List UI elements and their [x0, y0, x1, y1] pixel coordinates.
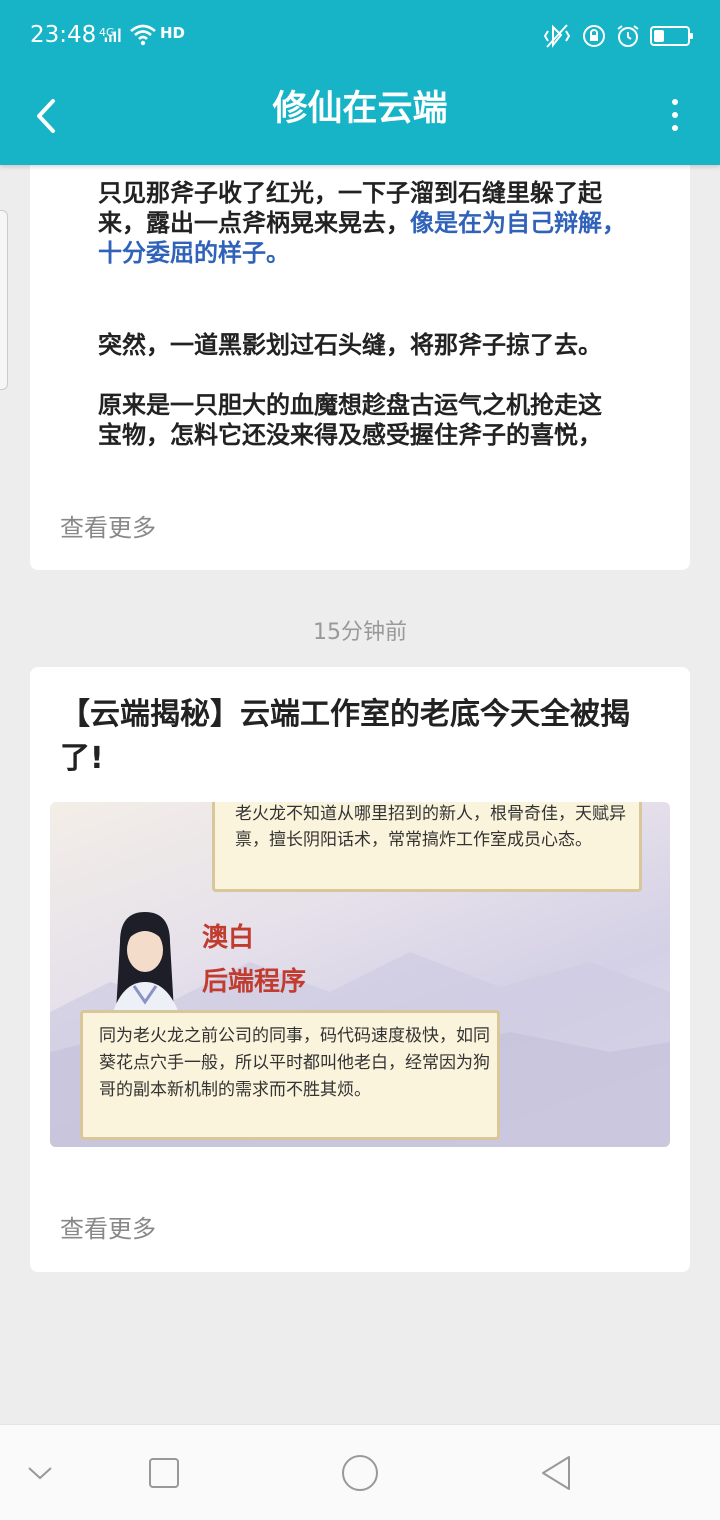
article-paragraph: 原来是一只胆大的血魔想趁盘古运气之机抢走这 宝物，怎料它还没来得及感受握住斧子的… — [98, 390, 658, 450]
article-highlight: 十分委屈的样子。 — [98, 239, 290, 267]
status-time: 23:48 — [30, 22, 97, 48]
vibrate-icon — [543, 24, 571, 48]
profile-scroll: 同为老火龙之前公司的同事，码代码速度极快，如同葵花点穴手一般，所以平时都叫他老白… — [80, 1010, 500, 1140]
app-header: 23:48 4G HD 修仙在云端 — [0, 0, 720, 165]
battery-icon — [650, 26, 693, 46]
side-drawer-handle[interactable] — [0, 210, 8, 390]
page-title: 修仙在云端 — [272, 89, 448, 129]
see-more-link[interactable]: 查看更多 — [60, 508, 156, 543]
article-line: 只见那斧子收了红光，一下子溜到石缝里躲了起 — [98, 179, 602, 207]
wifi-icon — [130, 24, 156, 46]
profile-scroll: 老火龙不知道从哪里招到的新人，根骨奇佳，天赋异禀，擅长阴阳话术，常常搞炸工作室成… — [212, 802, 642, 892]
article-card[interactable]: 【云端揭秘】云端工作室的老底今天全被揭了! 老火龙不知道从哪里招到的新人，根骨奇… — [30, 667, 690, 1272]
article-paragraph: 只见那斧子收了红光，一下子溜到石缝里躲了起 来，露出一点斧柄晃来晃去，像是在为自… — [98, 178, 658, 268]
circle-icon — [342, 1455, 378, 1491]
see-more-link[interactable]: 查看更多 — [60, 1209, 156, 1244]
article-image[interactable]: 老火龙不知道从哪里招到的新人，根骨奇佳，天赋异禀，擅长阴阳话术，常常搞炸工作室成… — [50, 802, 670, 1147]
chevron-down-icon — [28, 1467, 52, 1480]
signal-icon — [104, 28, 121, 42]
triangle-back-icon — [542, 1456, 570, 1490]
character-name: 澳白 — [202, 923, 255, 953]
square-icon — [149, 1458, 179, 1488]
more-dot-icon — [672, 125, 678, 131]
status-right — [542, 22, 693, 50]
hd-call-icon: HD — [160, 24, 186, 42]
recents-button[interactable] — [140, 1449, 188, 1497]
system-nav-bar — [0, 1424, 720, 1520]
status-bar: 23:48 4G HD — [0, 0, 720, 70]
hide-nav-button[interactable] — [16, 1449, 64, 1497]
character-portrait — [110, 912, 182, 1022]
article-text: 来，露出一点斧柄晃来晃去， — [98, 209, 410, 237]
article-line: 来，露出一点斧柄晃来晃去，像是在为自己辩解， — [98, 208, 658, 238]
profile-description: 同为老火龙之前公司的同事，码代码速度极快，如同葵花点穴手一般，所以平时都叫他老白… — [99, 1026, 490, 1100]
nav-bar: 修仙在云端 — [0, 70, 720, 165]
alarm-icon — [617, 25, 639, 47]
more-dot-icon — [672, 99, 678, 105]
more-options-button[interactable] — [660, 90, 690, 140]
article-paragraph: 突然，一道黑影划过石头缝，将那斧子掠了去。 — [98, 331, 602, 359]
timestamp: 15分钟前 — [313, 620, 407, 645]
back-nav-button[interactable] — [532, 1449, 580, 1497]
home-button[interactable] — [336, 1449, 384, 1497]
article-title[interactable]: 【云端揭秘】云端工作室的老底今天全被揭了! — [60, 693, 670, 781]
article-highlight: 像是在为自己辩解， — [410, 209, 626, 237]
article-line: 宝物，怎料它还没来得及感受握住斧子的喜悦， — [98, 421, 602, 449]
character-role: 后端程序 — [202, 967, 307, 997]
article-line: 原来是一只胆大的血魔想趁盘古运气之机抢走这 — [98, 391, 602, 419]
article-card[interactable]: 只见那斧子收了红光，一下子溜到石缝里躲了起 来，露出一点斧柄晃来晃去，像是在为自… — [30, 140, 690, 570]
profile-description: 老火龙不知道从哪里招到的新人，根骨奇佳，天赋异禀，擅长阴阳话术，常常搞炸工作室成… — [235, 804, 626, 850]
more-dot-icon — [672, 112, 678, 118]
rotation-lock-icon — [583, 25, 605, 47]
